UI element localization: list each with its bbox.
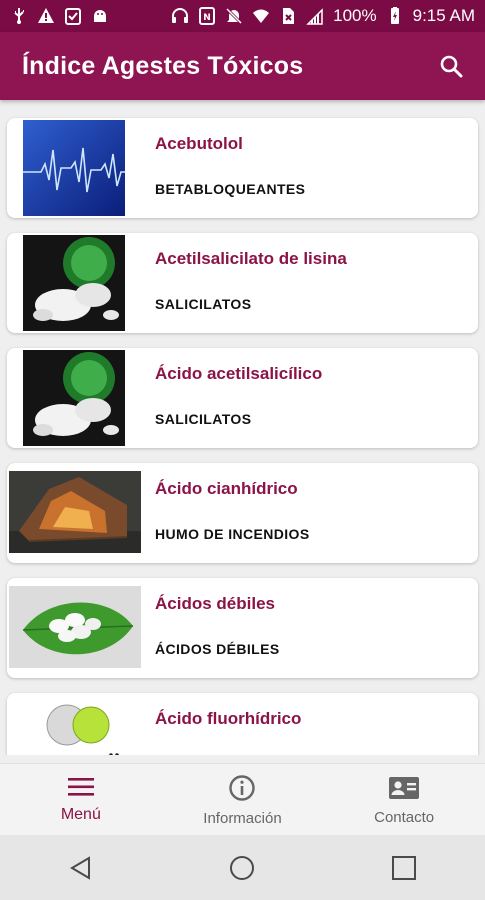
clipboard-check-icon xyxy=(65,8,81,25)
battery-percentage: 100% xyxy=(333,6,377,25)
item-title: Ácido cianhídrico xyxy=(155,479,298,498)
toxic-agents-list: Acebutolol BETABLOQUEANTES Acetilsalicil… xyxy=(0,100,485,755)
app-bar: Índice Agestes Tóxicos xyxy=(0,32,485,100)
molecule-thumbnail xyxy=(23,695,125,755)
list-item[interactable]: Ácido cianhídrico HUMO DE INCENDIOS xyxy=(7,463,478,563)
recents-button[interactable] xyxy=(374,838,434,898)
nav-menu[interactable]: Menú xyxy=(6,776,156,824)
item-category: SALICILATOS xyxy=(155,296,252,312)
item-title: Acetilsalicilato de lisina xyxy=(155,249,347,268)
nfc-icon: N xyxy=(199,7,216,25)
bottom-navigation: Menú Información Contacto xyxy=(0,763,485,836)
item-category: ÁCIDOS DÉBILES xyxy=(155,641,280,657)
back-button[interactable] xyxy=(51,838,111,898)
signal-icon xyxy=(306,8,323,25)
item-title: Ácido fluorhídrico xyxy=(155,709,302,728)
clock: 9:15 AM xyxy=(412,6,475,25)
nav-contacto[interactable]: Contacto xyxy=(329,775,479,826)
list-item[interactable]: Ácidos débiles ÁCIDOS DÉBILES xyxy=(7,578,478,678)
status-icons-left xyxy=(10,7,109,25)
warning-icon xyxy=(38,8,54,23)
back-triangle-icon xyxy=(69,855,90,880)
pills-bottle-thumbnail xyxy=(23,235,125,331)
status-icons-right: N 100% 9:15 AM xyxy=(171,6,475,26)
nav-contacto-label: Contacto xyxy=(374,808,435,826)
status-bar: N 100% 9:15 AM xyxy=(0,0,485,32)
no-sim-icon xyxy=(283,8,295,24)
item-title: Ácidos débiles xyxy=(155,594,275,613)
item-category: HUMO DE INCENDIOS xyxy=(155,526,310,542)
item-category: SALICILATOS xyxy=(155,411,252,427)
list-item[interactable]: Ácido acetilsalicílico SALICILATOS xyxy=(7,348,478,448)
house-fire-thumbnail xyxy=(9,471,141,553)
ecg-thumbnail xyxy=(23,120,125,216)
usb-icon xyxy=(14,8,24,24)
item-category: BETABLOQUEANTES xyxy=(155,181,306,197)
page-title: Índice Agestes Tóxicos xyxy=(22,51,304,80)
wifi-icon xyxy=(253,9,270,23)
menu-icon xyxy=(67,778,94,796)
pills-on-leaf-thumbnail xyxy=(9,586,141,668)
home-button[interactable] xyxy=(212,838,272,898)
nav-menu-label: Menú xyxy=(60,806,101,823)
contact-card-icon xyxy=(389,776,420,799)
system-navigation-bar xyxy=(0,835,485,900)
recents-square-icon xyxy=(392,855,417,880)
home-circle-icon xyxy=(230,855,255,880)
item-title: Ácido acetilsalicílico xyxy=(155,364,323,383)
battery-icon xyxy=(390,7,399,24)
pills-bottle-thumbnail xyxy=(23,350,125,446)
nav-informacion-label: Información xyxy=(203,809,282,827)
mute-icon xyxy=(226,7,243,25)
search-icon xyxy=(440,55,463,78)
android-icon xyxy=(94,10,106,22)
headset-icon xyxy=(172,8,189,23)
list-item[interactable]: Acetilsalicilato de lisina SALICILATOS xyxy=(7,233,478,333)
svg-text:N: N xyxy=(203,13,211,23)
item-title: Acebutolol xyxy=(155,134,243,153)
list-item[interactable]: Ácido fluorhídrico xyxy=(7,693,478,755)
search-button[interactable] xyxy=(435,50,467,82)
nav-informacion[interactable]: Información xyxy=(167,774,317,827)
info-icon xyxy=(229,774,256,801)
list-item[interactable]: Acebutolol BETABLOQUEANTES xyxy=(7,118,478,218)
